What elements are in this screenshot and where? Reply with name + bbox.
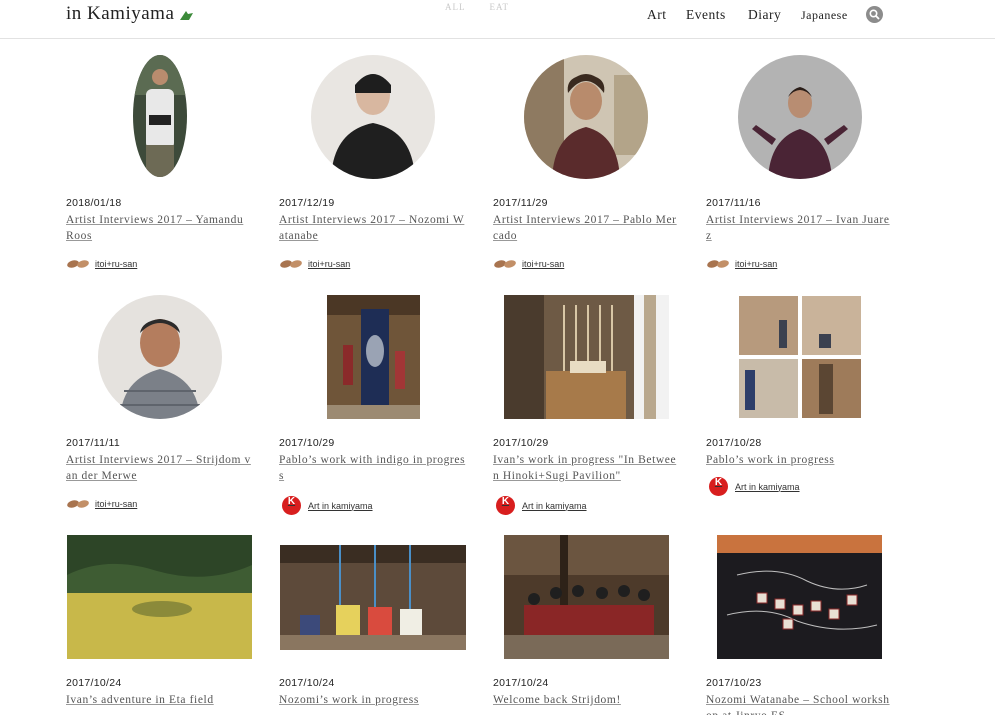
post-image (327, 295, 420, 419)
post-author-name: itoi+ru-san (95, 499, 138, 509)
post-author-name: itoi+ru-san (308, 259, 351, 269)
portrait-image (738, 55, 862, 179)
post-title-link[interactable]: Artist Interviews 2017 – Nozomi Watanabe (279, 212, 467, 244)
post-thumbnail[interactable] (311, 55, 435, 179)
main-nav: Art Events Diary Japanese (0, 6, 995, 27)
post-date: 2017/10/24 (66, 677, 122, 689)
post-thumbnail[interactable] (739, 296, 861, 418)
kamiyama-logo-icon: K (282, 496, 301, 515)
post-image (280, 545, 466, 650)
post-thumbnail[interactable] (327, 295, 420, 419)
post-image (717, 535, 882, 659)
post-date: 2017/11/11 (66, 437, 120, 449)
post-image (67, 535, 252, 659)
post-thumbnail[interactable] (67, 535, 252, 659)
nav-item-events[interactable]: Events (686, 7, 726, 23)
author-avatar-icon (67, 260, 89, 268)
post-date: 2017/12/19 (279, 197, 335, 209)
author-avatar-icon (494, 260, 516, 268)
post-title-link[interactable]: Artist Interviews 2017 – Pablo Mercado (493, 212, 681, 244)
post-author-link[interactable]: itoi+ru-san (66, 259, 137, 269)
post-author-link[interactable]: K Art in kamiyama (496, 496, 587, 515)
author-avatar-icon (67, 500, 89, 508)
portrait-image (133, 55, 187, 177)
post-date: 2018/01/18 (66, 197, 122, 209)
post-thumbnail[interactable] (98, 295, 222, 419)
post-author-link[interactable]: itoi+ru-san (66, 499, 137, 509)
post-title-link[interactable]: Nozomi Watanabe – School workshop at Jin… (706, 692, 894, 715)
nav-item-japanese[interactable]: Japanese (801, 8, 848, 23)
post-date: 2017/10/24 (279, 677, 335, 689)
post-author-name: Art in kamiyama (522, 500, 587, 511)
post-image (504, 295, 669, 419)
post-date: 2017/10/24 (493, 677, 549, 689)
post-author-link[interactable]: itoi+ru-san (493, 259, 564, 269)
post-title-link[interactable]: Pablo’s work in progress (706, 452, 894, 468)
post-thumbnail[interactable] (524, 55, 648, 179)
kamiyama-logo-icon: K (496, 496, 515, 515)
author-avatar-icon (707, 260, 729, 268)
post-title-link[interactable]: Welcome back Strijdom! (493, 692, 681, 708)
post-date: 2017/10/29 (493, 437, 549, 449)
post-thumbnail[interactable] (504, 295, 669, 419)
post-thumbnail[interactable] (504, 535, 669, 659)
post-title-link[interactable]: Artist Interviews 2017 – Ivan Juarez (706, 212, 894, 244)
post-image (504, 535, 669, 659)
post-date: 2017/11/29 (493, 197, 548, 209)
portrait-image (311, 55, 435, 179)
search-button[interactable] (866, 6, 883, 23)
post-thumbnail[interactable] (738, 55, 862, 179)
post-title-link[interactable]: Nozomi’s work in progress (279, 692, 467, 708)
post-date: 2017/10/29 (279, 437, 335, 449)
author-avatar-icon (280, 260, 302, 268)
post-author-link[interactable]: itoi+ru-san (279, 259, 350, 269)
post-author-name: itoi+ru-san (522, 259, 565, 269)
post-thumbnail[interactable] (717, 535, 882, 659)
post-thumbnail[interactable] (280, 545, 466, 650)
post-title-link[interactable]: Artist Interviews 2017 – Strijdom van de… (66, 452, 254, 484)
post-date: 2017/10/23 (706, 677, 762, 689)
post-date: 2017/11/16 (706, 197, 761, 209)
post-author-name: Art in kamiyama (735, 481, 800, 492)
post-author-link[interactable]: K Art in kamiyama (709, 477, 800, 496)
post-author-name: itoi+ru-san (95, 259, 138, 269)
portrait-image (524, 55, 648, 179)
nav-item-art[interactable]: Art (647, 7, 667, 23)
post-date: 2017/10/28 (706, 437, 762, 449)
site-header: in Kamiyama ALL EAT Art Events Diary Jap… (0, 0, 995, 39)
kamiyama-logo-icon: K (709, 477, 728, 496)
post-image (739, 296, 861, 418)
post-author-name: Art in kamiyama (308, 500, 373, 511)
post-author-name: itoi+ru-san (735, 259, 778, 269)
post-title-link[interactable]: Ivan’s adventure in Eta field (66, 692, 254, 708)
post-title-link[interactable]: Artist Interviews 2017 – Yamandu Roos (66, 212, 254, 244)
portrait-image (98, 295, 222, 419)
post-author-link[interactable]: K Art in kamiyama (282, 496, 373, 515)
post-title-link[interactable]: Ivan’s work in progress "In Between Hino… (493, 452, 681, 484)
post-author-link[interactable]: itoi+ru-san (706, 259, 777, 269)
post-title-link[interactable]: Pablo’s work with indigo in progress (279, 452, 467, 484)
search-icon (869, 9, 880, 20)
post-thumbnail[interactable] (133, 55, 187, 177)
nav-item-diary[interactable]: Diary (748, 7, 781, 23)
